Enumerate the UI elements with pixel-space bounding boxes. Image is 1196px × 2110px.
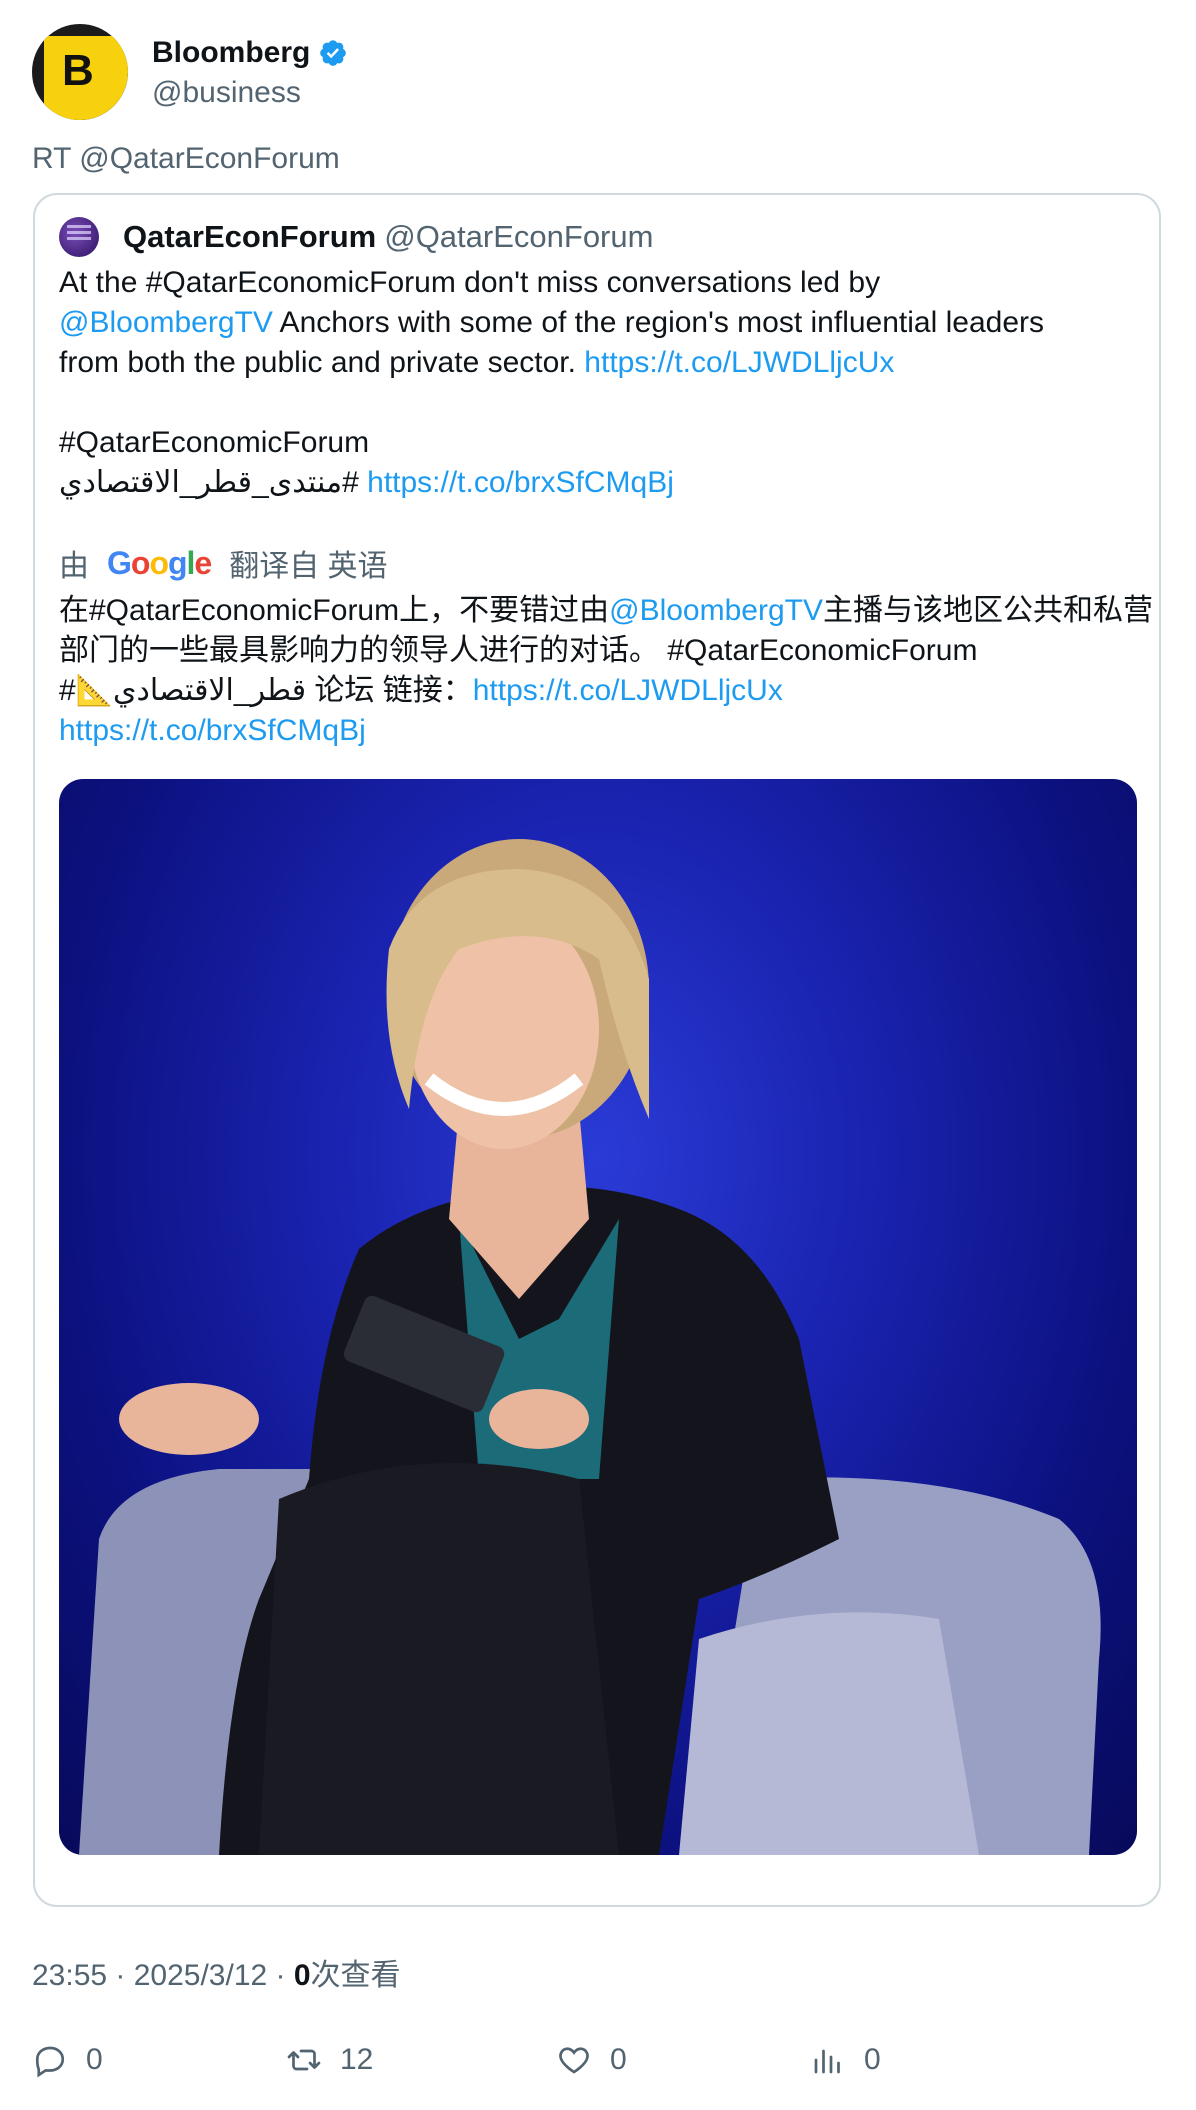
cn-arabic-hashtag: #📐قطر_الاقتصادي 论坛 链接： [59,674,473,707]
view-count: 0 [293,1959,311,1992]
reply-button[interactable]: 0 [32,2040,103,2080]
like-count: 0 [610,2043,627,2076]
translation-prefix: 由 [59,550,89,583]
avatar-letter: B [62,46,94,95]
author-name-block: Bloomberg @business [152,34,348,110]
quoted-handle[interactable]: @QatarEconForum [384,219,653,255]
views-count: 0 [864,2043,881,2076]
quoted-text-line2: Anchors with some of the region's most i… [272,306,1044,339]
retweet-label: RT @QatarEconForum [32,142,340,175]
heart-icon [559,2047,589,2074]
url-link-1[interactable]: https://t.co/LJWDLljcUx [584,346,894,379]
quoted-tweet-card[interactable]: QatarEconForum @QatarEconForum At the #Q… [33,193,1161,1907]
cn-url-link-2[interactable]: https://t.co/brxSfCMqBj [59,714,366,747]
translation-attribution: 由 Google 翻译自 英语 [59,543,388,584]
retweet-button[interactable]: 12 [286,2040,373,2080]
quoted-text-line3: from both the public and private sector. [59,346,585,379]
action-bar: 0 12 0 0 [32,2040,1172,2080]
google-logo: Google [107,544,212,581]
mention-link[interactable]: @BloombergTV [59,306,273,339]
tweet-timestamp: 23:55 · 2025/3/12 · 0次查看 [32,1950,401,1994]
like-button[interactable]: 0 [556,2040,627,2080]
retweet-icon [287,2049,321,2071]
author-avatar[interactable]: B [32,24,128,120]
author-handle[interactable]: @business [152,76,348,110]
translated-text: 在#QatarEconomicForum上，不要错过由@BloombergTV主… [59,591,1159,751]
reply-count: 0 [86,2043,103,2076]
photo-illustration [79,839,1101,1855]
reply-icon [35,2046,65,2078]
url-link-2[interactable]: https://t.co/brxSfCMqBj [367,466,674,499]
views-button[interactable]: 0 [810,2040,881,2080]
tweet-header: B Bloomberg @business [32,24,348,120]
quoted-avatar[interactable] [59,217,99,257]
cn-url-link-1[interactable]: https://t.co/LJWDLljcUx [473,674,783,707]
quoted-header: QatarEconForum @QatarEconForum [59,215,653,259]
quoted-name[interactable]: QatarEconForum [123,219,376,255]
hashtag-2[interactable]: #منتدى_قطر_الاقتصادي [59,466,359,499]
author-name[interactable]: Bloomberg [152,36,310,70]
quoted-text: At the #QatarEconomicForum don't miss co… [59,263,1149,503]
quoted-text-line1: At the #QatarEconomicForum don't miss co… [59,266,881,299]
translation-suffix: 翻译自 英语 [229,550,388,583]
cn-mention-link[interactable]: @BloombergTV [609,594,823,627]
views-label: 次查看 [310,1959,401,1992]
analytics-icon [814,2049,840,2074]
verified-badge-icon [320,40,347,66]
cn-text-pre: 在#QatarEconomicForum上，不要错过由 [59,594,610,627]
timestamp-text[interactable]: 23:55 · 2025/3/12 · [32,1959,294,1992]
hashtag-1[interactable]: #QatarEconomicForum [59,426,369,459]
tweet-photo[interactable] [59,779,1137,1855]
retweet-count: 12 [340,2043,374,2076]
